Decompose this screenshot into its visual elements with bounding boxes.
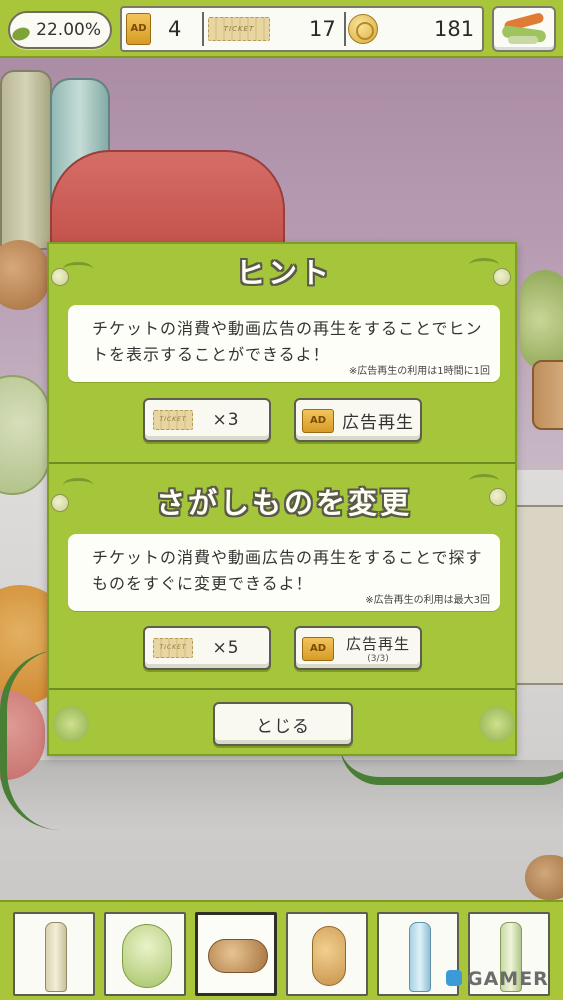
- peanut-icon: [312, 926, 346, 986]
- change-description-box: チケットの消費や動画広告の再生をすることで探すものをすぐに変更できるよ！ ※広告…: [68, 534, 500, 611]
- radish-icon: [508, 36, 538, 44]
- gamer-logo-icon: [446, 970, 462, 986]
- change-ad-button[interactable]: AD 広告再生 (3/3): [294, 626, 422, 670]
- inventory-slot[interactable]: [286, 912, 368, 996]
- ticket-counter: TICKET 17: [204, 8, 344, 50]
- ad-icon: AD: [126, 13, 151, 45]
- ticket-icon: TICKET: [153, 638, 193, 658]
- change-description: チケットの消費や動画広告の再生をすることで探すものをすぐに変更できるよ！: [92, 548, 483, 593]
- hint-dialog: ヒント チケットの消費や動画広告の再生をすることでヒントを表示することができるよ…: [47, 242, 517, 756]
- blue-bottle-icon: [409, 922, 431, 992]
- close-button-label: とじる: [256, 716, 310, 737]
- inventory-slot-selected[interactable]: [195, 912, 277, 996]
- progress-percent: 22.00%: [36, 20, 101, 40]
- ticket-icon: TICKET: [208, 17, 270, 41]
- hint-ticket-cost: ×3: [212, 410, 240, 430]
- hint-ad-button[interactable]: AD 広告再生: [294, 398, 422, 442]
- ad-counter: AD 4: [122, 8, 202, 50]
- ticket-count: 17: [309, 17, 336, 41]
- ad-count: 4: [168, 17, 182, 41]
- bottle-icon: [45, 922, 67, 992]
- ad-icon: AD: [302, 409, 334, 433]
- inventory-slot[interactable]: [13, 912, 95, 996]
- watermark: GAMER: [467, 968, 549, 990]
- ticket-icon: TICKET: [153, 410, 193, 430]
- leaf-icon: [10, 25, 32, 43]
- change-ad-remaining: (3/3): [367, 653, 389, 664]
- section-divider: [49, 462, 515, 464]
- hint-note: ※広告再生の利用は1時間に1回: [348, 366, 490, 377]
- progress-badge: 22.00%: [8, 11, 112, 49]
- change-note: ※広告再生の利用は最大3回: [365, 595, 490, 606]
- ad-icon: AD: [302, 637, 334, 661]
- section-divider: [49, 688, 515, 690]
- hint-ad-label: 広告再生: [342, 412, 414, 433]
- top-hud: 22.00% AD 4 TICKET 17 181: [0, 0, 563, 58]
- herb-icon: [53, 706, 89, 742]
- walnut-icon: [208, 939, 268, 973]
- hint-description-box: チケットの消費や動画広告の再生をすることでヒントを表示することができるよ！ ※広…: [68, 305, 500, 382]
- menu-button[interactable]: [492, 6, 556, 52]
- change-title: さがしものを変更: [155, 486, 412, 520]
- hint-description: チケットの消費や動画広告の再生をすることでヒントを表示することができるよ！: [92, 319, 483, 364]
- change-ticket-cost: ×5: [212, 638, 240, 658]
- change-ticket-button[interactable]: TICKET ×5: [143, 626, 271, 670]
- hint-ticket-button[interactable]: TICKET ×3: [143, 398, 271, 442]
- coin-count: 181: [434, 17, 475, 41]
- resource-counters: AD 4 TICKET 17 181: [120, 6, 484, 52]
- divider: [344, 12, 346, 46]
- close-button[interactable]: とじる: [213, 702, 353, 746]
- cabbage-icon: [122, 924, 172, 988]
- inventory-slot[interactable]: [104, 912, 186, 996]
- hint-title: ヒント: [235, 256, 332, 290]
- herb-icon: [479, 706, 515, 742]
- change-ad-label: 広告再生: [345, 634, 410, 653]
- coin-icon: [348, 14, 378, 44]
